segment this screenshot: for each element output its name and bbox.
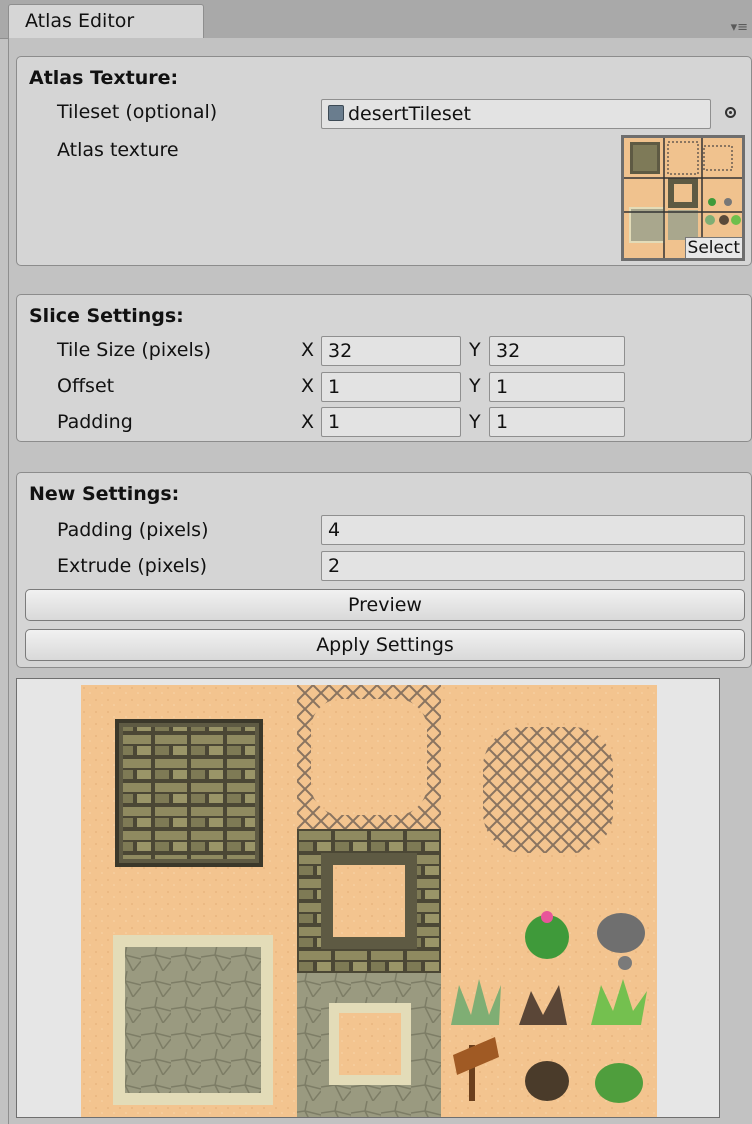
apply-settings-button[interactable]: Apply Settings (25, 629, 745, 661)
tab-label: Atlas Editor (25, 10, 135, 32)
new-settings-panel: New Settings: Padding (pixels) 4 Extrude… (16, 472, 752, 668)
offset-label: Offset (57, 375, 115, 397)
window-menu-icon[interactable]: ▾≡ (731, 20, 748, 35)
padding-y-field[interactable]: 1 (489, 407, 625, 437)
tile-size-y-field[interactable]: 32 (489, 336, 625, 366)
tileset-asset-icon (328, 105, 344, 121)
tile-size-x-field[interactable]: 32 (321, 336, 461, 366)
select-texture-button[interactable]: Select (684, 237, 742, 258)
padding-x-field[interactable]: 1 (321, 407, 461, 437)
extrude-field[interactable]: 2 (321, 551, 745, 581)
slice-settings-title: Slice Settings: (29, 305, 184, 327)
offset-y-axis: Y (469, 375, 481, 397)
atlas-texture-thumbnail[interactable]: Select (621, 135, 745, 261)
offset-x-axis: X (301, 375, 315, 397)
tileset-value: desertTileset (348, 103, 471, 125)
atlas-preview-frame (16, 678, 720, 1118)
tile-size-x-axis: X (301, 339, 315, 361)
new-settings-title: New Settings: (29, 483, 180, 505)
offset-y-field[interactable]: 1 (489, 372, 625, 402)
preview-button[interactable]: Preview (25, 589, 745, 621)
atlas-texture-label: Atlas texture (57, 139, 179, 161)
tileset-object-field[interactable]: desertTileset (321, 99, 711, 129)
padding-y-axis: Y (469, 411, 481, 433)
extrude-label: Extrude (pixels) (57, 555, 208, 577)
padding-label: Padding (57, 411, 133, 433)
atlas-preview-image (81, 685, 657, 1117)
tileset-label: Tileset (optional) (57, 101, 218, 123)
new-padding-field[interactable]: 4 (321, 515, 745, 545)
tile-size-y-axis: Y (469, 339, 481, 361)
atlas-texture-title: Atlas Texture: (29, 67, 179, 89)
offset-x-field[interactable]: 1 (321, 372, 461, 402)
tab-atlas-editor[interactable]: Atlas Editor (8, 4, 204, 39)
new-padding-label: Padding (pixels) (57, 519, 209, 541)
object-picker-icon[interactable] (725, 107, 736, 118)
slice-settings-panel: Slice Settings: Tile Size (pixels) X 32 … (16, 294, 752, 442)
tab-bar: Atlas Editor ▾≡ (0, 0, 752, 39)
atlas-texture-panel: Atlas Texture: Tileset (optional) desert… (16, 56, 752, 266)
padding-x-axis: X (301, 411, 315, 433)
tile-size-label: Tile Size (pixels) (57, 339, 212, 361)
